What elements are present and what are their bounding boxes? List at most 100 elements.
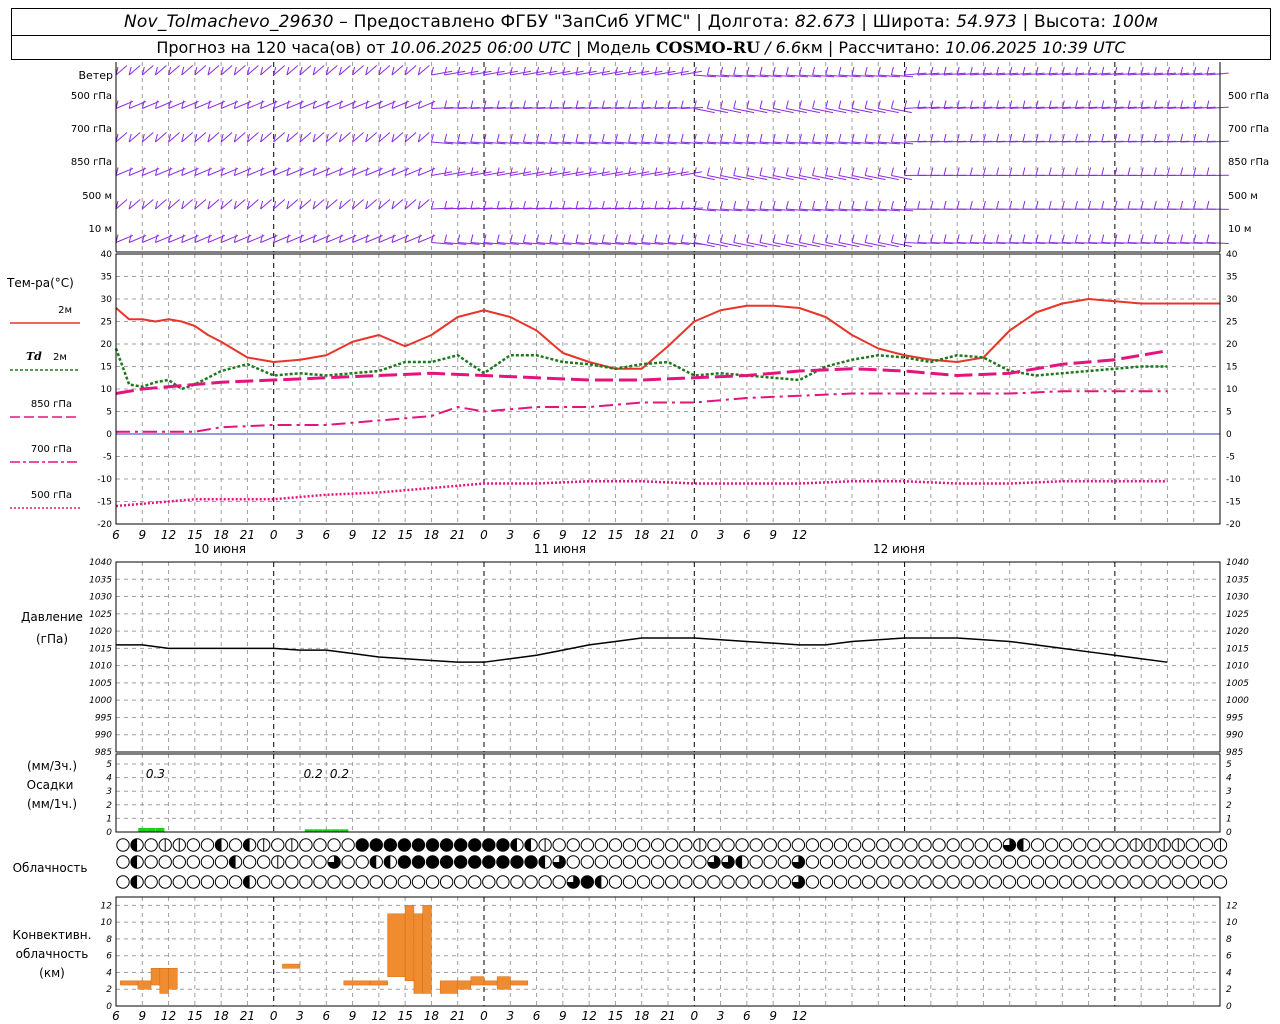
cloud-fill <box>130 875 138 889</box>
cloud-circle <box>833 875 848 889</box>
cloud-circle <box>946 875 960 889</box>
pressure-ytick-left: 1020 <box>89 627 112 637</box>
temp-xtick: 21 <box>240 528 255 542</box>
pressure-ytick-right: 990 <box>1226 731 1243 741</box>
cloud-cover-symbol <box>679 875 693 889</box>
cloud-cover-symbol <box>1058 875 1073 889</box>
wind-barb-flag <box>969 200 973 210</box>
cloud-cover-symbol <box>650 855 665 869</box>
cloud-circle <box>594 855 609 869</box>
cloud-cover-symbol <box>327 838 341 852</box>
cloud-circle <box>1199 838 1214 852</box>
cloud-fill <box>370 855 377 869</box>
wind-barb-flag <box>759 133 763 143</box>
cloud-cover-symbol <box>1157 838 1171 852</box>
pressure-panel-unit: (гПа) <box>36 632 68 646</box>
cloud-cover-symbol <box>341 875 355 889</box>
cloud-circle <box>988 855 1003 869</box>
conv-xtick: 12 <box>582 1009 597 1023</box>
wind-barb-flag <box>890 200 894 210</box>
temp-ytick-left: 25 <box>101 318 112 328</box>
cloud-fill <box>229 855 236 869</box>
cloud-cover-symbol <box>1058 838 1073 852</box>
cloud-cover-symbol <box>186 838 201 852</box>
cloud-cover-symbol <box>566 855 580 869</box>
precip-ytick-right: 0 <box>1226 828 1232 838</box>
cloud-cover-symbol <box>1129 838 1143 852</box>
temp-ytick-left: 15 <box>101 363 112 373</box>
precip-ytick-right: 1 <box>1226 814 1232 824</box>
cloud-cover-symbol <box>566 875 580 889</box>
cloud-cover-symbol <box>214 838 229 852</box>
cloud-cover-symbol <box>1044 838 1059 852</box>
cloud-circle <box>1030 838 1045 852</box>
wind-barb-flag <box>654 133 658 143</box>
cloud-cover-symbol <box>777 855 791 869</box>
convective-cloud-bar <box>470 976 485 986</box>
temp-ytick-right: 5 <box>1226 408 1232 418</box>
wind-barb-flag <box>601 66 605 76</box>
wind-barb-flag <box>969 234 973 243</box>
wind-barb-flag <box>549 66 553 76</box>
wind-barb-flag <box>483 200 487 210</box>
wind-barb-flag <box>1153 200 1157 210</box>
temp-ytick-right: 30 <box>1226 295 1238 305</box>
cloud-circle <box>1044 855 1059 869</box>
cloud-cover-symbol <box>144 838 158 852</box>
wind-barb-flag <box>1009 200 1013 210</box>
cloud-cover-symbol <box>116 838 130 852</box>
cloud-cover-symbol <box>397 838 412 852</box>
cloud-circle <box>580 855 595 869</box>
wind-barb-flag <box>588 200 592 210</box>
wind-barb-flag <box>444 66 448 76</box>
pressure-ytick-right: 1015 <box>1226 644 1249 654</box>
conv-panel-title-2: облачность <box>16 947 89 961</box>
cloud-cover-symbol <box>355 855 369 869</box>
pressure-ytick-right: 1020 <box>1226 627 1249 637</box>
cloud-fill <box>243 838 250 852</box>
cloud-circle <box>1171 855 1185 869</box>
cloud-fill <box>1017 838 1024 852</box>
temp-legend-label: 850 гПа <box>31 399 72 410</box>
cloud-cover-symbol <box>988 838 1003 852</box>
cloud-circle <box>552 838 566 852</box>
wind-barb-flag <box>1074 167 1078 176</box>
convective-cloud-bar <box>137 980 152 990</box>
cloud-circle <box>524 875 538 889</box>
cloud-cover-symbol <box>650 875 665 889</box>
cloud-cover-symbol <box>1087 838 1101 852</box>
cloud-cover-symbol <box>242 838 257 852</box>
cloud-cover-symbol <box>552 875 566 889</box>
wind-barb-flag <box>759 234 763 243</box>
cloud-cover-symbol <box>862 855 876 869</box>
cloud-circle <box>805 838 820 852</box>
cloud-cover-symbol <box>918 855 932 869</box>
cloud-circle <box>1058 838 1073 852</box>
cloud-cover-symbol <box>918 838 932 852</box>
cloud-circle <box>1129 855 1143 869</box>
wind-barb-flag <box>470 100 474 109</box>
wind-barb-flag <box>628 234 632 243</box>
temp-ytick-left: 35 <box>101 273 112 283</box>
cloud-cover-symbol <box>1171 838 1185 852</box>
conv-ytick-right: 6 <box>1226 952 1232 962</box>
cloud-circle <box>1016 855 1031 869</box>
cloud-cover-symbol <box>1115 855 1129 869</box>
cloud-circle <box>847 855 862 869</box>
cloud-circle <box>707 838 721 852</box>
cloud-circle <box>833 838 848 852</box>
cloud-cover-symbol <box>482 855 496 869</box>
pressure-ytick-left: 1040 <box>89 558 112 568</box>
cloud-cover-symbol <box>1199 838 1214 852</box>
cloud-circle <box>679 855 693 869</box>
wind-barb-flag <box>470 66 474 76</box>
cloud-circle <box>946 855 960 869</box>
cloud-cover-symbol <box>862 875 876 889</box>
wind-barb-flag <box>680 200 684 210</box>
cloud-circle <box>960 875 974 889</box>
cloud-cover-symbol <box>538 855 552 869</box>
wind-barb-flag <box>1180 200 1184 210</box>
temp-ytick-right: 0 <box>1226 430 1232 440</box>
cloud-cover-symbol <box>988 855 1003 869</box>
temp-xtick: 6 <box>533 528 541 542</box>
